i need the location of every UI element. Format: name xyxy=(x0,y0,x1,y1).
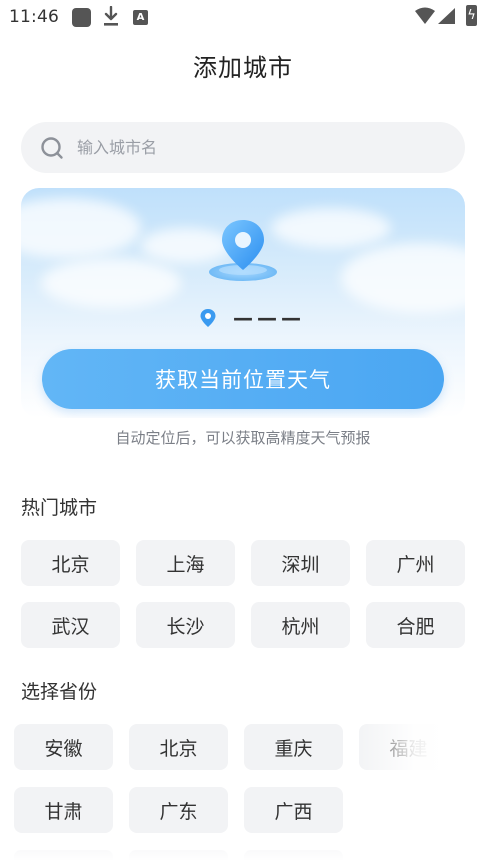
search-bar[interactable] xyxy=(21,122,465,173)
page-title: 添加城市 xyxy=(193,54,293,82)
location-pin-icon xyxy=(209,220,277,281)
province-chip[interactable]: 北京 xyxy=(129,724,228,770)
signal-icon xyxy=(438,8,455,24)
get-location-weather-button[interactable]: 获取当前位置天气 xyxy=(42,349,444,409)
status-time: 11:46 xyxy=(9,7,59,27)
hot-city-chip[interactable]: 深圳 xyxy=(251,540,350,586)
search-input[interactable] xyxy=(77,134,447,161)
province-chip[interactable]: 重庆 xyxy=(244,724,343,770)
a-badge-icon: A xyxy=(133,10,148,25)
battery-icon xyxy=(466,5,477,26)
search-icon xyxy=(41,137,63,159)
hot-city-chip[interactable]: 杭州 xyxy=(251,602,350,648)
hot-city-chip[interactable]: 北京 xyxy=(21,540,120,586)
hot-city-chip[interactable]: 上海 xyxy=(136,540,235,586)
province-chip[interactable] xyxy=(244,850,343,864)
square-notification-icon xyxy=(72,8,91,27)
hot-cities-title: 热门城市 xyxy=(21,497,98,519)
location-card: ——— 获取当前位置天气 xyxy=(21,188,465,418)
hot-city-chip[interactable]: 广州 xyxy=(366,540,465,586)
status-bar: 11:46 A xyxy=(0,0,486,34)
province-chip[interactable] xyxy=(129,850,228,864)
hot-city-chip[interactable]: 长沙 xyxy=(136,602,235,648)
location-marker-icon xyxy=(200,309,216,327)
province-chip[interactable]: 甘肃 xyxy=(14,787,113,833)
province-chip[interactable]: 福建 xyxy=(359,724,458,770)
hot-city-chip[interactable]: 合肥 xyxy=(366,602,465,648)
province-chip[interactable]: 安徽 xyxy=(14,724,113,770)
download-icon xyxy=(104,6,118,26)
province-chip[interactable]: 广东 xyxy=(129,787,228,833)
province-chip[interactable] xyxy=(14,850,113,864)
location-hint: 自动定位后，可以获取高精度天气预报 xyxy=(115,429,371,447)
current-location-row: ——— xyxy=(199,306,305,330)
current-location-name: ——— xyxy=(233,306,305,330)
hot-city-chip[interactable]: 武汉 xyxy=(21,602,120,648)
province-chip[interactable]: 广西 xyxy=(244,787,343,833)
provinces-title: 选择省份 xyxy=(21,681,98,703)
wifi-icon xyxy=(415,7,435,24)
